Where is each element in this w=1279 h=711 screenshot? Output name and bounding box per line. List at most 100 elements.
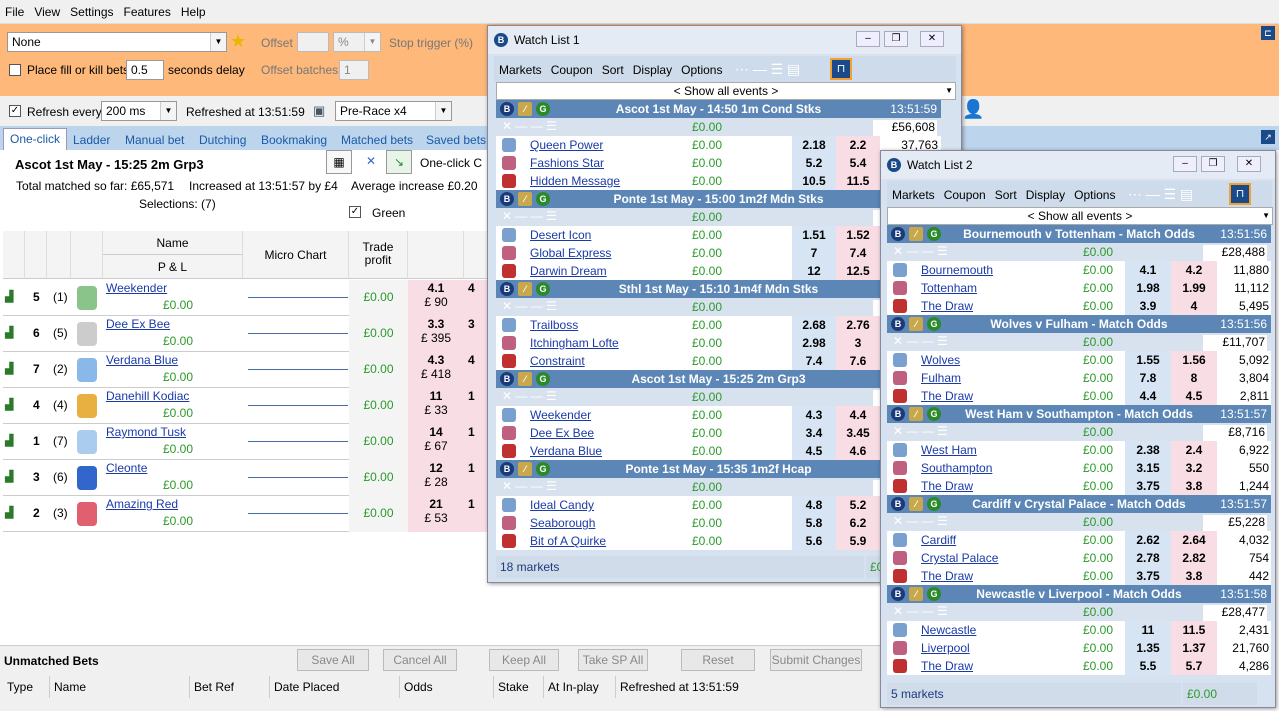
one-click-toggle-icon[interactable]: ↘ bbox=[386, 150, 412, 174]
event-toolbar-icons[interactable]: ✕ — — ☰ bbox=[502, 479, 557, 493]
runner-name[interactable]: Dee Ex Bee bbox=[530, 426, 594, 440]
runner-name[interactable]: Danehill Kodiac bbox=[106, 388, 189, 404]
runner-name[interactable]: Cardiff bbox=[921, 533, 956, 547]
runner-name[interactable]: Bournemouth bbox=[921, 263, 993, 277]
lay-price[interactable]: 1.37 bbox=[1171, 639, 1217, 657]
runner-name[interactable]: Verdana Blue bbox=[106, 352, 178, 368]
odds-next[interactable]: 3 bbox=[464, 316, 488, 352]
minimize-icon[interactable]: – bbox=[856, 31, 880, 47]
lay-price[interactable]: 1.52 bbox=[836, 226, 880, 244]
runner-name[interactable]: Cleonte bbox=[106, 460, 147, 476]
w2-menu-markets[interactable]: Markets bbox=[887, 183, 939, 202]
event-header[interactable]: B ⁄ G West Ham v Southampton - Match Odds 13… bbox=[887, 405, 1271, 423]
chart-icon[interactable]: ▟ bbox=[5, 424, 25, 460]
chart-icon[interactable]: ▟ bbox=[5, 352, 25, 388]
menu-help[interactable]: Help bbox=[176, 0, 211, 19]
watch-list-2-titlebar[interactable]: B Watch List 2 – ❐ ✕ bbox=[881, 151, 1275, 179]
lay-price[interactable]: 4 bbox=[1171, 297, 1217, 315]
odds-next[interactable]: 1 bbox=[464, 460, 488, 496]
back-price[interactable]: 4.8 bbox=[792, 496, 836, 514]
event-header[interactable]: B ⁄ G Newcastle v Liverpool - Match Odds 13:… bbox=[887, 585, 1271, 603]
back-price[interactable]: 4.3 bbox=[792, 406, 836, 424]
runner-name[interactable]: Newcastle bbox=[921, 623, 976, 637]
lay-price[interactable]: 2.76 bbox=[836, 316, 880, 334]
back-price[interactable]: 2.68 bbox=[792, 316, 836, 334]
calendar-icon[interactable]: ▦ bbox=[326, 150, 352, 174]
event-toolbar-icons[interactable]: ✕ — — ☰ bbox=[502, 119, 557, 133]
tab-manual-bet[interactable]: Manual bet bbox=[119, 130, 190, 150]
lay-price[interactable]: 3.8 bbox=[1171, 477, 1217, 495]
odds-cell[interactable]: 21 £ 53 bbox=[408, 496, 464, 532]
lay-price[interactable]: 5.7 bbox=[1171, 657, 1217, 675]
view-mode-select[interactable]: Pre-Race x4 ▼ bbox=[335, 101, 452, 121]
runner-name[interactable]: Amazing Red bbox=[106, 496, 178, 512]
fill-kill-checkbox[interactable] bbox=[9, 64, 21, 76]
odds-cell[interactable]: 4.1 £ 90 bbox=[408, 280, 464, 316]
pin-icon[interactable]: ⊏ bbox=[1261, 26, 1275, 40]
cancel-all-button[interactable]: Cancel All bbox=[383, 649, 457, 671]
runner-name[interactable]: The Draw bbox=[921, 479, 973, 493]
w1-menu-coupon[interactable]: Coupon bbox=[546, 58, 597, 77]
runner-name[interactable]: Crystal Palace bbox=[921, 551, 998, 565]
back-price[interactable]: 3.75 bbox=[1125, 567, 1171, 585]
back-price[interactable]: 1.98 bbox=[1125, 279, 1171, 297]
grid-header-pl[interactable]: P & L bbox=[103, 255, 243, 279]
odds-next[interactable]: 1 bbox=[464, 496, 488, 532]
runner-name[interactable]: Trailboss bbox=[530, 318, 578, 332]
lay-price[interactable]: 11.5 bbox=[1171, 621, 1217, 639]
back-price[interactable]: 1.51 bbox=[792, 226, 836, 244]
monitor-icon[interactable]: ▣ bbox=[313, 103, 325, 119]
event-toolbar-icons[interactable]: ✕ — — ☰ bbox=[893, 604, 948, 618]
save-all-button[interactable]: Save All bbox=[297, 649, 369, 671]
runner-name[interactable]: Southampton bbox=[921, 461, 992, 475]
back-price[interactable]: 2.78 bbox=[1125, 549, 1171, 567]
menu-features[interactable]: Features bbox=[119, 0, 176, 19]
offset-batches-input[interactable]: 1 bbox=[339, 60, 369, 80]
back-price[interactable]: 7.4 bbox=[792, 352, 836, 370]
w1-menu-display[interactable]: Display bbox=[628, 58, 676, 77]
submit-changes-button[interactable]: Submit Changes bbox=[770, 649, 862, 671]
runner-name[interactable]: Bit of A Quirke bbox=[530, 534, 606, 548]
back-price[interactable]: 2.38 bbox=[1125, 441, 1171, 459]
tab-saved-bets[interactable]: Saved bets bbox=[420, 130, 492, 150]
col-stake[interactable]: Stake bbox=[494, 676, 544, 698]
runner-name[interactable]: The Draw bbox=[921, 299, 973, 313]
w2-show-all-events[interactable]: < Show all events > ▼ bbox=[887, 207, 1273, 225]
take-sp-all-button[interactable]: Take SP All bbox=[578, 649, 648, 671]
back-price[interactable]: 5.2 bbox=[792, 154, 836, 172]
chart-icon[interactable]: ▟ bbox=[5, 316, 25, 352]
w2-menu-coupon[interactable]: Coupon bbox=[939, 183, 990, 202]
star-icon[interactable]: ★ bbox=[230, 31, 246, 52]
col-at-in-play[interactable]: At In-play bbox=[544, 676, 616, 698]
w2-menu-options[interactable]: Options bbox=[1069, 183, 1119, 202]
menu-file[interactable]: File bbox=[0, 0, 29, 19]
refresh-checkbox[interactable]: ✓ bbox=[9, 105, 21, 117]
back-price[interactable]: 4.4 bbox=[1125, 387, 1171, 405]
lay-price[interactable]: 2.82 bbox=[1171, 549, 1217, 567]
event-header[interactable]: B ⁄ G Ascot 1st May - 15:25 2m Grp3 bbox=[496, 370, 941, 388]
lay-price[interactable]: 11.5 bbox=[836, 172, 880, 190]
back-price[interactable]: 7 bbox=[792, 244, 836, 262]
w1-pin-icon[interactable]: ⊓ bbox=[830, 58, 852, 80]
back-price[interactable]: 2.98 bbox=[792, 334, 836, 352]
back-price[interactable]: 2.62 bbox=[1125, 531, 1171, 549]
back-price[interactable]: 2.18 bbox=[792, 136, 836, 154]
odds-next[interactable]: 1 bbox=[464, 388, 488, 424]
back-price[interactable]: 5.5 bbox=[1125, 657, 1171, 675]
fill-kill-seconds-input[interactable]: 0.5 bbox=[126, 60, 164, 80]
runner-name[interactable]: Dee Ex Bee bbox=[106, 316, 170, 332]
event-toolbar-icons[interactable]: ✕ — — ☰ bbox=[893, 514, 948, 528]
lay-price[interactable]: 1.56 bbox=[1171, 351, 1217, 369]
runner-name[interactable]: The Draw bbox=[921, 389, 973, 403]
w1-menu-options[interactable]: Options bbox=[676, 58, 726, 77]
odds-cell[interactable]: 4.3 £ 418 bbox=[408, 352, 464, 388]
runner-name[interactable]: Tottenham bbox=[921, 281, 977, 295]
back-price[interactable]: 5.8 bbox=[792, 514, 836, 532]
lay-price[interactable]: 7.4 bbox=[836, 244, 880, 262]
odds-cell[interactable]: 3.3 £ 395 bbox=[408, 316, 464, 352]
lay-price[interactable]: 3.8 bbox=[1171, 567, 1217, 585]
back-price[interactable]: 3.4 bbox=[792, 424, 836, 442]
lay-price[interactable]: 3.2 bbox=[1171, 459, 1217, 477]
runner-name[interactable]: Itchingham Lofte bbox=[530, 336, 619, 350]
runner-name[interactable]: The Draw bbox=[921, 569, 973, 583]
